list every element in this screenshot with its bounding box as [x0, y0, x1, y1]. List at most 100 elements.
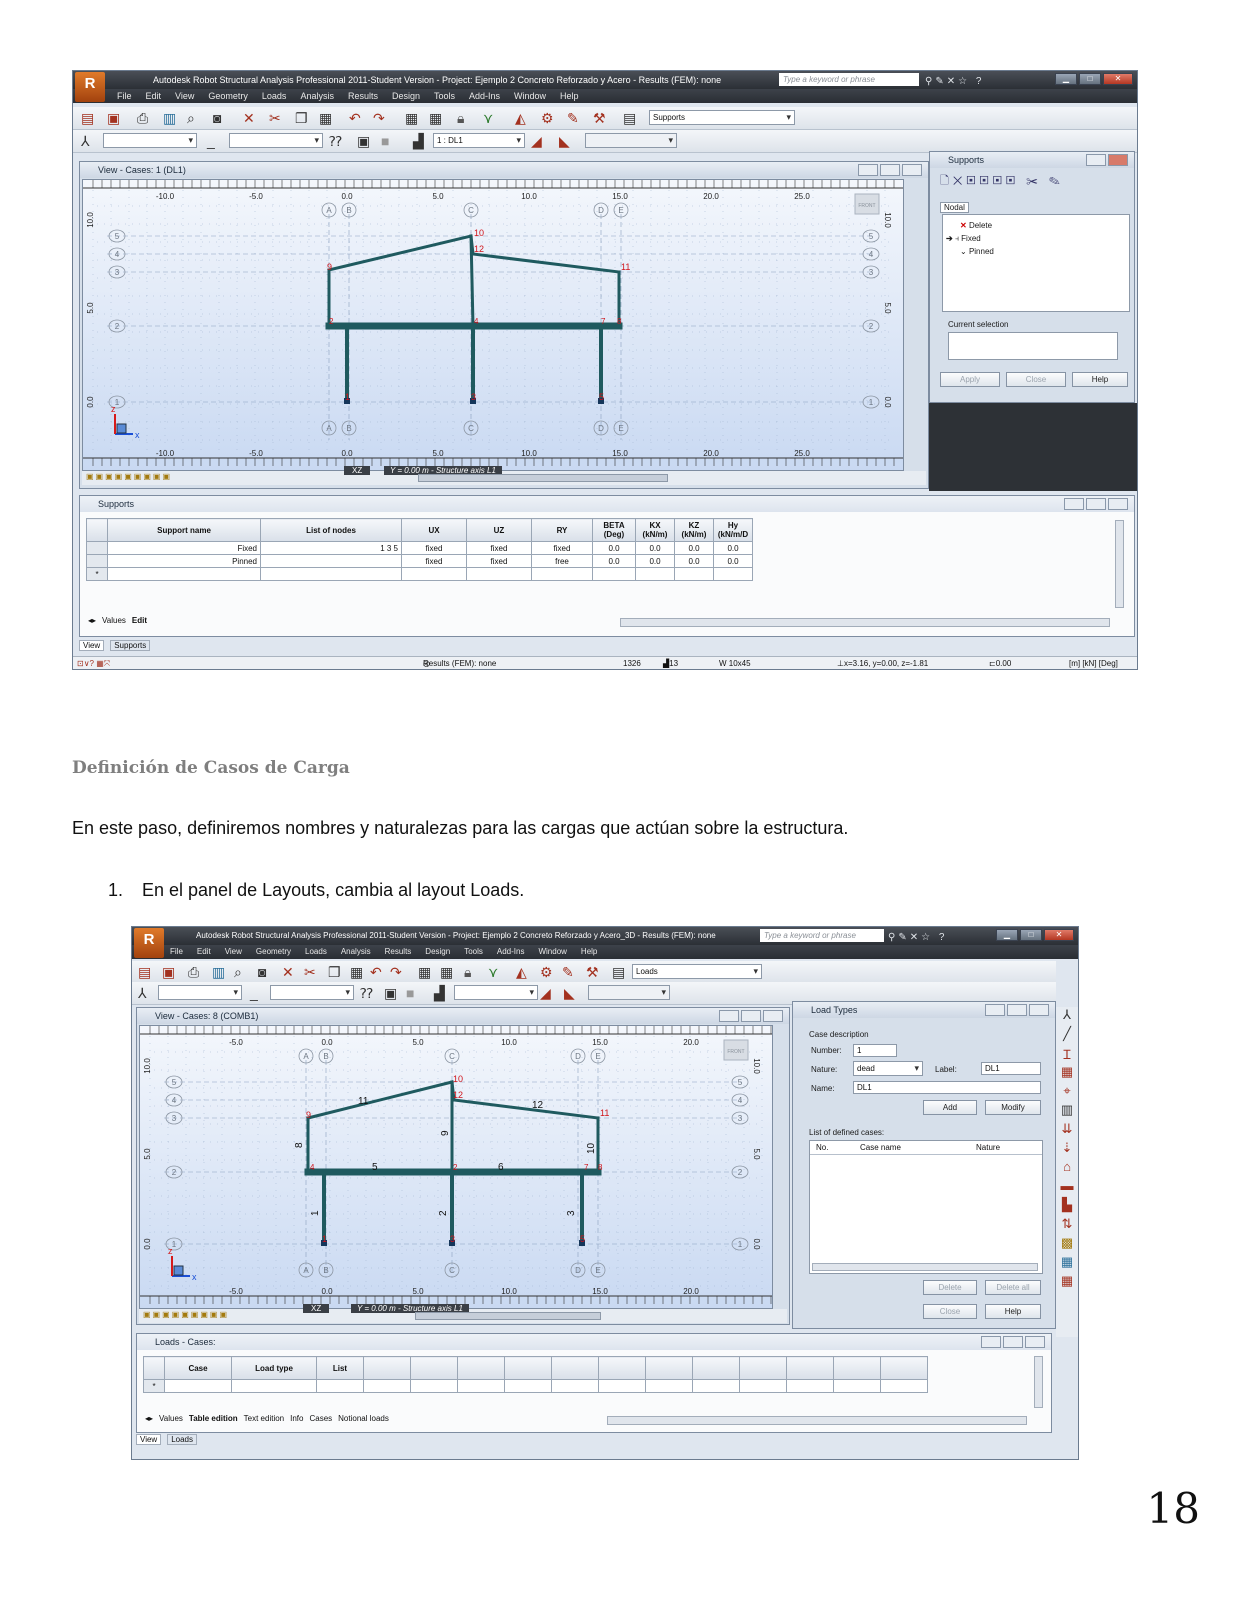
col-nature[interactable]: Nature	[976, 1143, 1000, 1152]
cell-kx[interactable]: 0.0	[635, 554, 675, 568]
cell-empty[interactable]	[466, 567, 532, 581]
col-empty[interactable]	[551, 1356, 599, 1380]
col-empty[interactable]	[410, 1356, 458, 1380]
defined-cases-list[interactable]: No. Case name Nature	[809, 1140, 1043, 1274]
view-minimize-button[interactable]	[858, 164, 878, 176]
gray-box-icon[interactable]: ■	[381, 133, 389, 149]
filter-icon[interactable]: ⁇	[360, 985, 373, 1001]
add-button[interactable]: Add	[923, 1100, 977, 1115]
menu-geometry[interactable]: Geometry	[208, 89, 248, 103]
cell-kx[interactable]: 0.0	[635, 541, 675, 555]
node-select-icon[interactable]: ⅄	[138, 985, 147, 1001]
redo-icon[interactable]: ↷	[373, 110, 385, 126]
cell-empty[interactable]	[786, 1379, 834, 1393]
menu-window[interactable]: Window	[514, 89, 546, 103]
col-empty[interactable]	[598, 1356, 646, 1380]
tab-text-edition[interactable]: Text edition	[244, 1414, 284, 1423]
col-empty[interactable]	[504, 1356, 552, 1380]
cell-empty[interactable]	[401, 567, 467, 581]
cut-icon[interactable]: ✂	[269, 110, 281, 126]
steel-icon[interactable]: ⚙	[541, 110, 554, 126]
view-icon[interactable]: ▣	[357, 133, 370, 149]
bar-selection-combo[interactable]	[270, 985, 354, 1000]
cell-empty[interactable]	[592, 567, 636, 581]
side-load6-icon[interactable]: ⇅	[1056, 1216, 1078, 1235]
table-new-row[interactable]: *	[143, 1379, 928, 1393]
loads-close-button[interactable]	[1025, 1336, 1045, 1348]
col-support-name[interactable]: Support name	[107, 518, 261, 542]
wrench-icon[interactable]: ⚒	[593, 110, 606, 126]
table-vertical-scrollbar[interactable]	[1034, 1356, 1043, 1408]
menu-view[interactable]: View	[225, 945, 242, 959]
load2-icon[interactable]: ◣	[564, 985, 575, 1001]
menu-tools[interactable]: Tools	[434, 89, 455, 103]
number-input[interactable]: 1	[853, 1044, 897, 1057]
loads-table[interactable]: Case Load type List *	[143, 1356, 928, 1393]
filter-icon[interactable]: ⁇	[329, 133, 342, 149]
side-load5-icon[interactable]: ▙	[1056, 1197, 1078, 1216]
row-selector[interactable]	[86, 554, 108, 568]
col-ry[interactable]: RY	[531, 518, 593, 542]
loads-maximize-button[interactable]	[1003, 1336, 1023, 1348]
current-selection-input[interactable]	[948, 332, 1118, 360]
cell-empty[interactable]	[410, 1379, 458, 1393]
lock-icon[interactable]: 🔒︎	[464, 964, 471, 980]
help-button[interactable]: Help	[1072, 372, 1128, 387]
cell-kz[interactable]: 0.0	[674, 554, 714, 568]
minimize-button[interactable]: ▁	[1055, 73, 1077, 85]
cell-empty[interactable]	[674, 567, 714, 581]
tab-table-edition[interactable]: Table edition	[189, 1414, 238, 1423]
mode-combo[interactable]	[585, 133, 677, 148]
side-load4-icon[interactable]: ▬	[1056, 1178, 1078, 1197]
tab-view[interactable]: View	[136, 1434, 162, 1445]
col-case-name[interactable]: Case name	[860, 1143, 901, 1152]
side-table-icon[interactable]: ▦	[1056, 1254, 1078, 1273]
cell-empty[interactable]	[504, 1379, 552, 1393]
help-button[interactable]: Help	[985, 1304, 1041, 1319]
cell-beta[interactable]: 0.0	[592, 541, 636, 555]
cell-empty[interactable]	[231, 1379, 317, 1393]
menu-view[interactable]: View	[175, 89, 194, 103]
supports-minimize-button[interactable]	[1086, 154, 1106, 166]
side-bar-icon[interactable]: ╱	[1056, 1026, 1078, 1045]
apply-button[interactable]: Apply	[940, 372, 1000, 387]
cell-empty[interactable]	[692, 1379, 740, 1393]
tab-nav-icon[interactable]: ◂▸	[145, 1414, 153, 1423]
tab-edit[interactable]: Edit	[132, 616, 147, 625]
book-icon[interactable]: ▥	[163, 110, 176, 126]
menu-file[interactable]: File	[117, 89, 132, 103]
col-case[interactable]: Case	[164, 1356, 232, 1380]
cell-ry[interactable]: free	[531, 554, 593, 568]
nodal-tab[interactable]: Nodal	[940, 202, 969, 213]
col-kx[interactable]: KX (kN/m)	[635, 518, 675, 542]
camera-icon[interactable]: ◙	[258, 964, 266, 980]
col-uz[interactable]: UZ	[466, 518, 532, 542]
calc-results-icon[interactable]: ▦	[429, 110, 442, 126]
wrench-icon[interactable]: ⚒	[586, 964, 599, 980]
menu-analysis[interactable]: Analysis	[341, 945, 371, 959]
structure-icon[interactable]: ⋎	[483, 110, 493, 126]
open-icon[interactable]: ▤	[138, 964, 151, 980]
open-icon[interactable]: ▤	[81, 110, 94, 126]
name-input[interactable]: DL1	[853, 1081, 1041, 1094]
cell-empty[interactable]	[107, 567, 261, 581]
support-fixed-item[interactable]: ➔ ⫞ Fixed	[946, 234, 981, 244]
menu-loads[interactable]: Loads	[305, 945, 327, 959]
copy-icon[interactable]: ❐	[295, 110, 308, 126]
cell-list-of-nodes[interactable]	[260, 554, 402, 568]
supports-close-button[interactable]	[1108, 154, 1128, 166]
col-load-type[interactable]: Load type	[231, 1356, 317, 1380]
table-new-row[interactable]: *	[86, 567, 753, 581]
side-table2-icon[interactable]: ▦	[1056, 1273, 1078, 1292]
menu-design[interactable]: Design	[425, 945, 450, 959]
mode-combo[interactable]	[588, 985, 670, 1000]
menu-file[interactable]: File	[170, 945, 183, 959]
load2-icon[interactable]: ◣	[559, 133, 570, 149]
structure-view[interactable]: -10.0 -5.0 0.0 5.0 10.0 15.0 20.0 25.0 -10.0 -5.0…	[82, 179, 904, 471]
tab-values[interactable]: Values	[102, 616, 126, 625]
maximize-button[interactable]: □	[1020, 929, 1042, 941]
col-empty[interactable]	[833, 1356, 881, 1380]
tab-cases[interactable]: Cases	[309, 1414, 332, 1423]
search-input[interactable]: Type a keyword or phrase	[760, 929, 884, 942]
col-empty[interactable]	[363, 1356, 411, 1380]
